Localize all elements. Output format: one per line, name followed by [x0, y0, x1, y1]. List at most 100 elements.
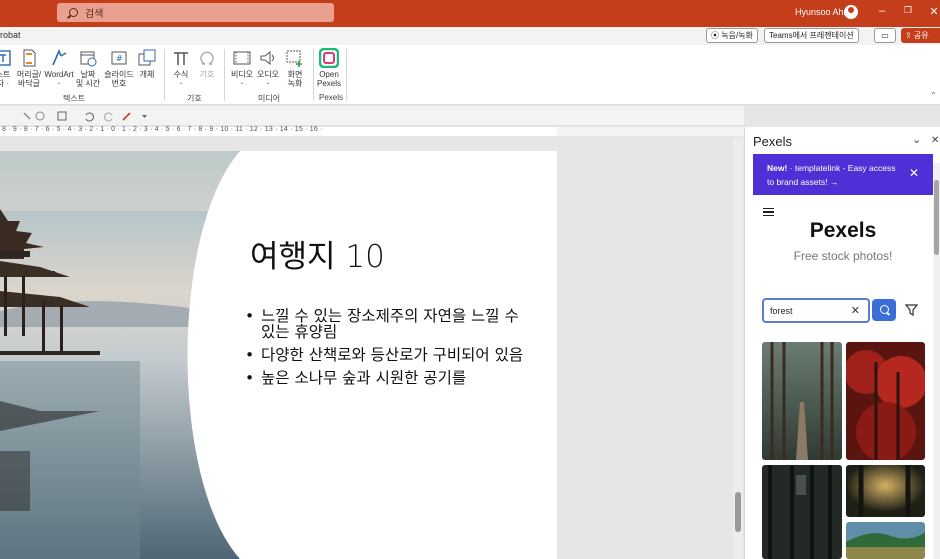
slide-number-icon: #: [111, 51, 127, 65]
slide-number-label: 슬라이드 번호: [104, 70, 134, 88]
group-divider: [164, 49, 165, 101]
symbol-icon: [200, 51, 214, 65]
chevron-down-icon: ⌄: [56, 80, 62, 86]
search-box[interactable]: 검색: [57, 3, 334, 22]
wordart-button[interactable]: WordArt ⌄: [44, 48, 74, 88]
banner-new-label: New!: [767, 163, 788, 173]
photo-search-button[interactable]: [872, 299, 896, 321]
chevron-down-icon: ⌄: [265, 80, 271, 86]
present-icon: [57, 111, 67, 121]
restore-button[interactable]: ❐: [900, 5, 916, 16]
quick-access-icons: [23, 111, 147, 122]
pexels-icon: [319, 48, 339, 68]
group-label-media: 미디어: [258, 94, 281, 103]
equation-button[interactable]: 수식 ⌄: [170, 48, 192, 88]
slide[interactable]: 여행지 10 느낄 수 있는 장소제주의 자연을 느낄 수 있는 휴양림 다양한…: [0, 151, 557, 559]
chevron-down-icon: ⌄: [239, 80, 245, 86]
equation-label: 수식: [173, 70, 189, 79]
textbox-label: 스트 자 ·: [0, 70, 11, 88]
wordart-label: WordArt: [44, 70, 74, 79]
clear-search-icon[interactable]: ✕: [851, 304, 860, 317]
date-time-button[interactable]: 날짜 및 시간: [74, 48, 102, 88]
user-name[interactable]: Hyunsoo Ahn: [795, 7, 849, 17]
date-time-label: 날짜 및 시간: [75, 70, 101, 88]
object-icon: [138, 49, 156, 66]
banner-text[interactable]: · templatelink - Easy access to brand as…: [767, 163, 896, 187]
header-footer-label: 머리글/ 바닥글: [16, 70, 42, 88]
comment-button[interactable]: ▭: [874, 28, 896, 43]
format-painter-icon: [23, 112, 31, 120]
bullet-item[interactable]: 느낄 수 있는 장소제주의 자연을 느낄 수 있는 휴양림: [245, 308, 535, 340]
group-divider: [224, 49, 225, 101]
audio-button[interactable]: 오디오 ⌄: [256, 48, 280, 88]
slide-canvas: 여행지 10 느낄 수 있는 장소제주의 자연을 느낄 수 있는 휴양림 다양한…: [0, 137, 744, 559]
search-value: forest: [770, 306, 793, 316]
vertical-scrollbar[interactable]: [733, 137, 743, 559]
video-button[interactable]: 비디오 ⌄: [230, 48, 254, 88]
photo-thumbnail[interactable]: [846, 342, 925, 460]
ribbon-collapse-icon[interactable]: ⌃: [930, 91, 937, 100]
group-label-pexels: Pexels: [319, 93, 344, 102]
symbol-label: 기호: [199, 70, 215, 79]
quick-access-toolbar: [0, 106, 744, 126]
textbox-icon: [0, 50, 11, 66]
slide-bullets[interactable]: 느낄 수 있는 장소제주의 자연을 느낄 수 있는 휴양림 다양한 산책로와 등…: [245, 308, 535, 393]
scrollbar-thumb[interactable]: [735, 492, 741, 532]
customize-icon: [142, 115, 147, 118]
shapes-icon: [35, 111, 45, 121]
object-label: 개체: [139, 70, 155, 79]
close-button[interactable]: ✕: [926, 5, 940, 18]
banner-close-icon[interactable]: ✕: [909, 166, 919, 180]
group-divider: [346, 49, 347, 101]
title-bar: 검색 Hyunsoo Ahn – ❐ ✕: [0, 0, 940, 27]
pexels-pane: Pexels ⌄ ✕ New! · templatelink - Easy ac…: [744, 127, 940, 559]
pane-close-icon[interactable]: ✕: [931, 135, 939, 146]
pane-scrollbar[interactable]: [933, 163, 940, 559]
open-pexels-label: Open Pexels: [316, 70, 341, 88]
header-footer-button[interactable]: 머리글/ 바닥글: [14, 48, 44, 88]
bullet-item[interactable]: 높은 소나무 숲과 시원한 공기를: [245, 370, 535, 386]
pexels-tagline: Free stock photos!: [793, 249, 893, 263]
textbox-button[interactable]: 스트 자 ·: [0, 48, 14, 88]
bullet-item[interactable]: 다양한 산책로와 등산로가 구비되어 있음: [245, 347, 535, 363]
photo-thumbnail[interactable]: [846, 465, 925, 517]
pexels-brand: Pexels: [809, 219, 877, 242]
minimize-button[interactable]: –: [874, 5, 890, 17]
open-pexels-button[interactable]: Open Pexels: [316, 48, 342, 88]
record-button[interactable]: ⦿ 녹음/녹화: [706, 28, 758, 43]
promo-banner[interactable]: New! · templatelink - Easy access to bra…: [753, 154, 933, 195]
pane-scrollbar-thumb[interactable]: [934, 180, 939, 255]
video-icon: [233, 51, 251, 65]
object-button[interactable]: 개체: [136, 48, 158, 79]
group-label-text: 텍스트: [63, 94, 86, 103]
group-label-symbols: 기호: [187, 94, 202, 103]
wordart-icon: [52, 48, 67, 66]
teams-present-button[interactable]: Teams에서 프레젠테이션: [764, 28, 859, 43]
slide-title[interactable]: 여행지 10: [250, 231, 385, 276]
share-button[interactable]: ⇪ 공유: [901, 28, 940, 43]
header-footer-icon: [23, 49, 36, 67]
ribbon: 스트 자 · 머리글/ 바닥글 WordArt ⌄ 날짜 및 시간 # 슬라이드…: [0, 45, 940, 105]
equation-icon: [174, 52, 188, 65]
redo-icon: [104, 112, 113, 122]
pen-icon: [122, 112, 131, 121]
pane-collapse-icon[interactable]: ⌄: [912, 133, 921, 146]
hamburger-menu-icon[interactable]: [763, 208, 774, 216]
tab-label[interactable]: robat: [0, 30, 21, 40]
audio-label: 오디오: [256, 70, 280, 79]
screen-recording-button[interactable]: 화면 녹화: [283, 48, 307, 88]
group-divider: [313, 49, 314, 101]
date-time-icon: [80, 51, 97, 67]
photo-thumbnail[interactable]: [762, 342, 842, 460]
slide-number-button[interactable]: # 슬라이드 번호: [102, 48, 136, 88]
comment-icon: ▭: [881, 31, 889, 40]
avatar[interactable]: [844, 5, 858, 19]
photo-thumbnail[interactable]: [846, 522, 925, 559]
chevron-down-icon: ⌄: [178, 80, 184, 86]
photo-search-input[interactable]: forest ✕: [762, 298, 870, 323]
video-label: 비디오: [230, 70, 254, 79]
filter-icon[interactable]: [904, 303, 919, 319]
photo-thumbnail[interactable]: [762, 465, 842, 559]
svg-text:#: #: [116, 54, 123, 63]
symbol-button[interactable]: 기호: [196, 48, 218, 79]
